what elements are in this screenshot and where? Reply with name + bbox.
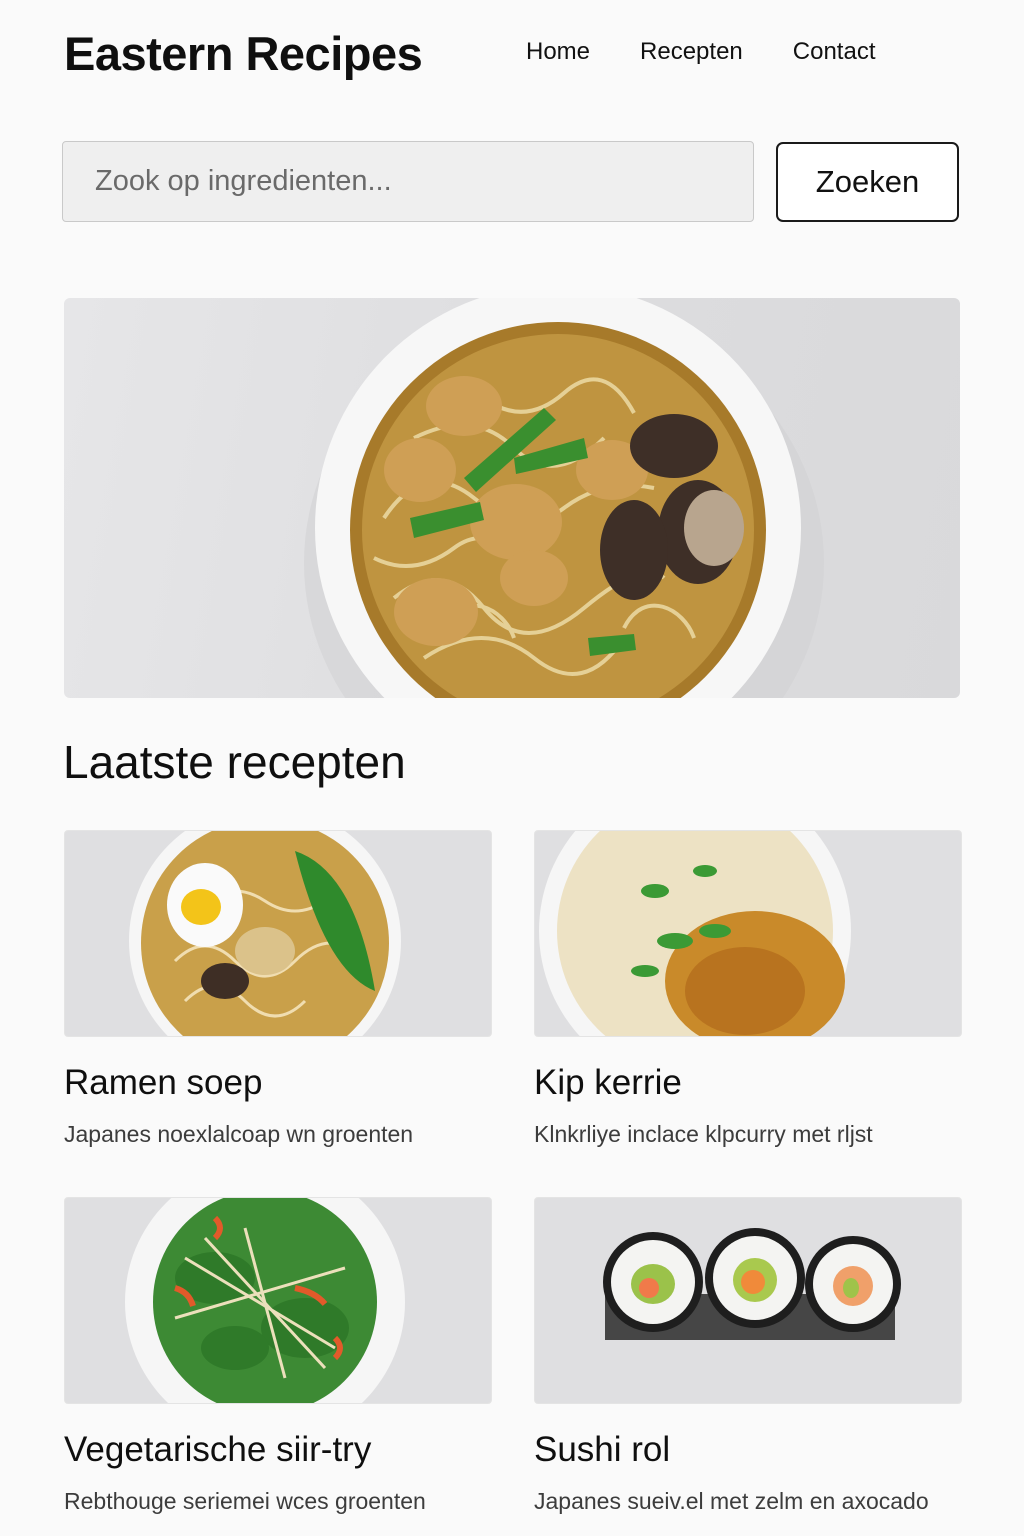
recipe-card-ramen[interactable]: Ramen soep Japanes noexlalcoap wn groent… bbox=[64, 830, 492, 1148]
recipe-description: Japanes noexlalcoap wn groenten bbox=[64, 1121, 414, 1147]
recipe-image[interactable] bbox=[64, 1197, 492, 1404]
recipe-title[interactable]: Ramen soep bbox=[64, 1063, 492, 1103]
recipe-title[interactable]: Vegetarische siir-try bbox=[64, 1430, 492, 1470]
recipe-title[interactable]: Sushi rol bbox=[534, 1430, 962, 1470]
recipe-card-sushi[interactable]: Sushi rol Japanes sueiv.el met zelm en a… bbox=[534, 1197, 962, 1515]
hero-image bbox=[64, 298, 960, 698]
recipe-description: Japanes sueiv.el met zelm en axocado bbox=[534, 1488, 929, 1514]
site-logo[interactable]: Eastern Recipes bbox=[64, 26, 423, 81]
nav-home-link[interactable]: Home bbox=[526, 38, 590, 66]
recipe-image[interactable] bbox=[534, 1197, 962, 1404]
search-input[interactable] bbox=[62, 141, 754, 222]
recipe-card-kip-kerrie[interactable]: Kip kerrie Klnkrliye inclace klpcurry me… bbox=[534, 830, 962, 1148]
nav-recepten-link[interactable]: Recepten bbox=[640, 38, 743, 66]
main-nav: Home Recepten Contact bbox=[526, 38, 926, 66]
site-header: Eastern Recipes Home Recepten Contact bbox=[64, 22, 964, 86]
recipe-image[interactable] bbox=[534, 830, 962, 1037]
recipe-title[interactable]: Kip kerrie bbox=[534, 1063, 962, 1103]
nav-contact-link[interactable]: Contact bbox=[793, 38, 876, 66]
recipe-description: Rebthouge seriemei wces groenten bbox=[64, 1488, 426, 1514]
recipe-description: Klnkrliye inclace klpcurry met rljst bbox=[534, 1121, 873, 1147]
ramen-bowl-image bbox=[129, 831, 401, 1036]
vegetable-stirfry-image bbox=[125, 1198, 405, 1403]
noodle-soup-bowl-image bbox=[304, 298, 824, 698]
search-bar: Zoeken bbox=[62, 141, 960, 222]
recipe-card-vegetarische[interactable]: Vegetarische siir-try Rebthouge seriemei… bbox=[64, 1197, 492, 1515]
sushi-rolls-image bbox=[603, 1228, 901, 1340]
recipe-image[interactable] bbox=[64, 830, 492, 1037]
section-title: Laatste recepten bbox=[63, 736, 406, 788]
search-button[interactable]: Zoeken bbox=[776, 142, 959, 222]
chicken-curry-rice-image bbox=[539, 831, 851, 1036]
